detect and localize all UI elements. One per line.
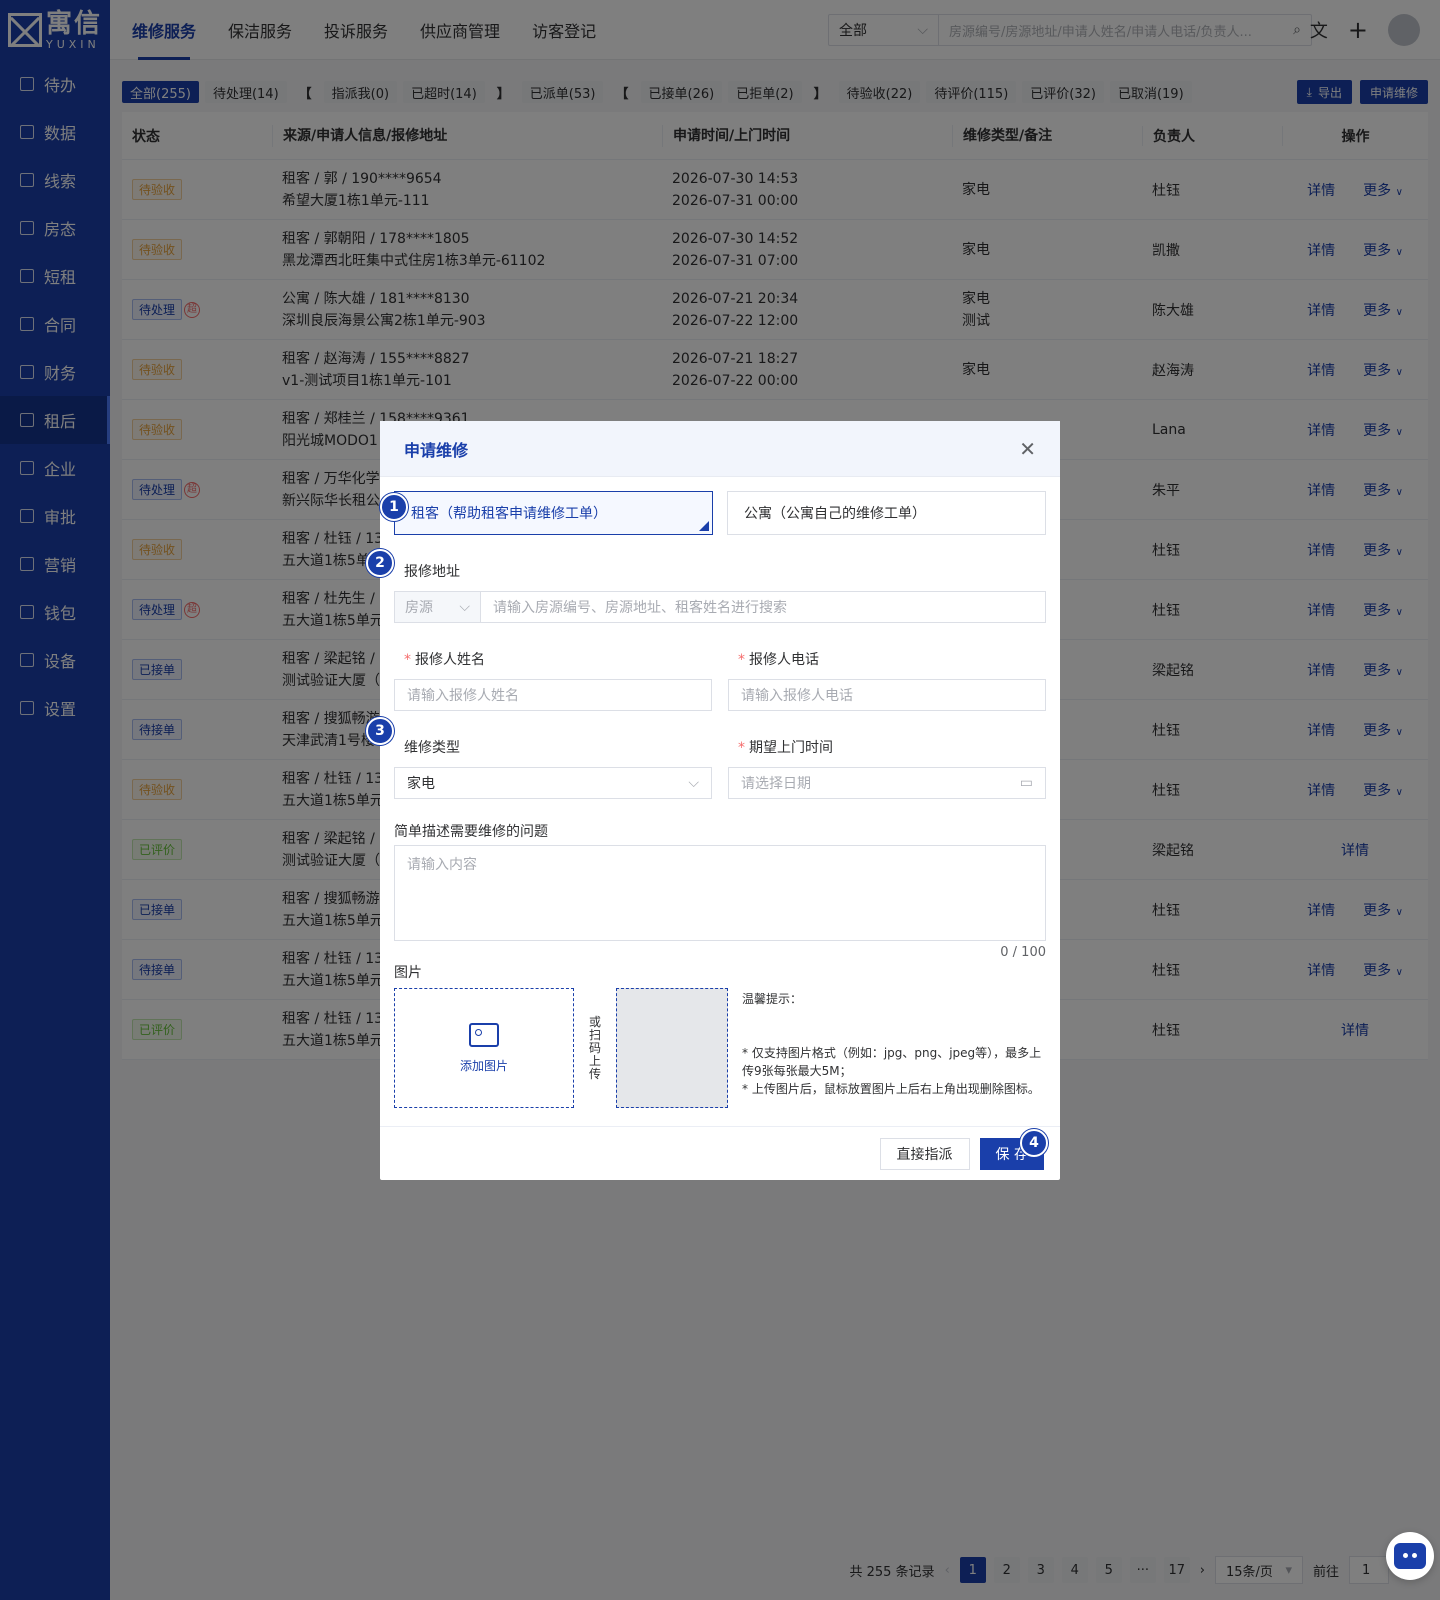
- tips-title: 温馨提示：: [742, 992, 803, 1006]
- chat-bot-button[interactable]: [1386, 1532, 1434, 1580]
- step-marker-1: 1: [380, 493, 408, 521]
- address-field: 房源 ⌵ 请输入房源编号、房源地址、租客姓名进行搜索: [394, 591, 1046, 623]
- description-counter: 0 / 100: [1000, 945, 1046, 960]
- visit-date-placeholder: 请选择日期: [741, 776, 811, 792]
- type-tenant-option[interactable]: 租客（帮助租客申请维修工单）: [394, 491, 713, 535]
- address-label: 报修地址: [404, 564, 460, 580]
- add-image-button[interactable]: 添加图片: [394, 988, 574, 1108]
- add-image-label: 添加图片: [459, 1058, 508, 1073]
- address-source-value: 房源: [405, 600, 433, 616]
- reporter-phone-label: 报修人电话: [749, 652, 819, 668]
- close-icon[interactable]: ✕: [1019, 437, 1036, 461]
- visit-time-label: 期望上门时间: [749, 740, 833, 756]
- tip-delete: * 上传图片后，鼠标放置图片上后右上角出现删除图标。: [742, 1082, 1040, 1096]
- chevron-down-icon: ⌵: [459, 599, 470, 615]
- calendar-icon: ▭: [1019, 775, 1033, 791]
- upload-qr-code: [616, 988, 728, 1108]
- required-mark: *: [404, 652, 411, 668]
- required-mark: *: [738, 740, 745, 756]
- description-label: 简单描述需要维修的问题: [394, 824, 548, 840]
- visit-date-picker[interactable]: 请选择日期 ▭: [728, 767, 1046, 799]
- chat-bot-icon: [1394, 1543, 1426, 1569]
- reporter-name-input[interactable]: 请输入报修人姓名: [394, 679, 712, 711]
- repair-type-select[interactable]: 家电 ⌵: [394, 767, 712, 799]
- dialog-header: 申请维修 ✕: [380, 421, 1060, 477]
- direct-assign-button[interactable]: 直接指派: [879, 1137, 970, 1170]
- dialog-title: 申请维修: [404, 440, 469, 460]
- step-marker-3: 3: [366, 717, 394, 745]
- or-scan-text: 或扫码上传: [588, 1014, 601, 1081]
- repair-type-label: 维修类型: [404, 740, 460, 756]
- image-icon: [469, 1022, 499, 1047]
- step-marker-4: 4: [1020, 1129, 1048, 1157]
- required-mark: *: [738, 652, 745, 668]
- dialog-footer: 直接指派 保 存 4: [380, 1126, 1060, 1180]
- repair-type-value: 家电: [407, 776, 435, 792]
- chevron-down-icon: ⌵: [688, 775, 699, 791]
- image-label: 图片: [394, 965, 422, 981]
- step-marker-2: 2: [366, 549, 394, 577]
- upload-tips: 温馨提示： * 仅支持图片格式（例如：jpg、png、jpeg等），最多上传9张…: [742, 988, 1046, 1108]
- address-search-input[interactable]: 请输入房源编号、房源地址、租客姓名进行搜索: [481, 592, 1045, 622]
- apply-repair-dialog: 申请维修 ✕ 租客（帮助租客申请维修工单） 公寓（公寓自己的维修工单） 报修地址…: [366, 421, 1060, 1180]
- reporter-name-label: 报修人姓名: [415, 652, 485, 668]
- reporter-phone-input[interactable]: 请输入报修人电话: [728, 679, 1046, 711]
- address-source-select[interactable]: 房源 ⌵: [395, 592, 481, 622]
- type-apartment-option[interactable]: 公寓（公寓自己的维修工单）: [727, 491, 1046, 535]
- tip-format: * 仅支持图片格式（例如：jpg、png、jpeg等），最多上传9张每张最大5M…: [742, 1046, 1042, 1078]
- description-textarea[interactable]: 请输入内容: [394, 845, 1046, 941]
